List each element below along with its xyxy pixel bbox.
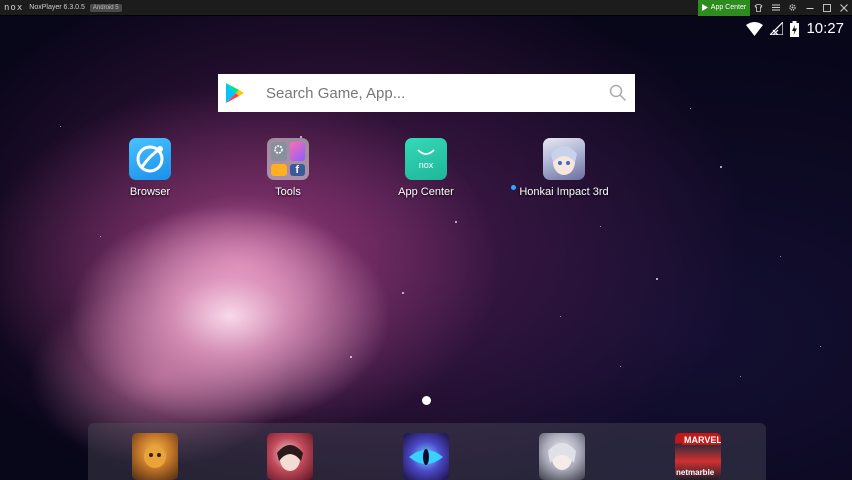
app-honkai-impact[interactable]: Honkai Impact 3rd [511, 138, 609, 199]
file-manager-icon [271, 164, 287, 176]
maximize-icon[interactable] [818, 0, 835, 16]
marvel-logo: MARVEL [682, 435, 721, 445]
app-tools-folder[interactable]: f Tools [243, 138, 333, 198]
dock-app-4[interactable] [539, 433, 585, 480]
dock-app-2[interactable] [267, 433, 313, 480]
star [455, 221, 457, 223]
game-anime-girl-icon [548, 443, 576, 470]
android-home-screen: 10:27 B [0, 16, 852, 480]
clock-time: 10:27 [806, 20, 844, 37]
app-center-button[interactable]: App Center [698, 0, 750, 16]
dock-app-marvel[interactable]: MARVEL netmarble [675, 433, 721, 480]
title-bar: nox NoxPlayer 6.3.0.5 Android 5 App Cent… [0, 0, 852, 16]
nox-player-window: nox NoxPlayer 6.3.0.5 Android 5 App Cent… [0, 0, 852, 480]
facebook-icon: f [289, 164, 305, 176]
app-label: Tools [275, 186, 301, 198]
dock: MARVEL netmarble [88, 423, 766, 480]
star [620, 366, 621, 367]
game-monster-icon [144, 446, 166, 468]
gear-icon[interactable] [784, 0, 801, 16]
android-version-badge: Android 5 [89, 3, 122, 12]
close-icon[interactable] [835, 0, 852, 16]
svg-text:nox: nox [419, 160, 434, 170]
star [60, 126, 61, 127]
star [100, 236, 101, 237]
game-character-icon [277, 445, 303, 471]
search-input[interactable] [264, 83, 598, 103]
star [740, 376, 741, 377]
star [402, 292, 404, 294]
star [780, 256, 781, 257]
play-store-icon [701, 4, 708, 11]
settings-gear-icon [271, 142, 287, 161]
dock-app-3[interactable] [403, 433, 449, 480]
label-wrap: Honkai Impact 3rd [511, 180, 609, 199]
star [720, 166, 722, 168]
star [350, 356, 352, 358]
menu-icon[interactable] [767, 0, 784, 16]
app-app-center[interactable]: nox App Center [381, 138, 471, 198]
app-center-icon: nox [405, 138, 447, 180]
star [600, 226, 601, 227]
nox-logo: nox [4, 2, 24, 13]
honkai-impact-icon [543, 138, 585, 180]
battery-charging-icon [790, 20, 800, 37]
wifi-icon [746, 21, 764, 36]
star [560, 316, 561, 317]
window-controls [750, 0, 852, 16]
app-label: App Center [398, 186, 454, 198]
app-label: Honkai Impact 3rd [519, 186, 609, 198]
browser-icon [129, 138, 171, 180]
new-app-indicator-dot [511, 185, 517, 190]
game-dragon-eye-icon [409, 449, 443, 465]
gallery-icon [289, 142, 305, 161]
star [820, 346, 821, 347]
google-play-icon [226, 83, 244, 103]
star [690, 108, 691, 109]
netmarble-logo: netmarble [676, 468, 715, 477]
search-bar[interactable] [218, 74, 635, 112]
search-icon[interactable] [609, 84, 627, 102]
dock-app-1[interactable] [132, 433, 178, 480]
page-indicator-dot [422, 396, 431, 405]
app-label: Browser [129, 186, 171, 198]
folder-icon: f [267, 138, 309, 180]
star [656, 278, 658, 280]
minimize-icon[interactable] [801, 0, 818, 16]
shirt-icon[interactable] [750, 0, 767, 16]
app-center-button-label: App Center [710, 4, 747, 11]
status-bar: 10:27 [746, 20, 844, 37]
cell-signal-icon [770, 22, 784, 35]
app-title: NoxPlayer 6.3.0.5 [29, 4, 85, 11]
app-browser[interactable]: Browser [105, 138, 195, 198]
